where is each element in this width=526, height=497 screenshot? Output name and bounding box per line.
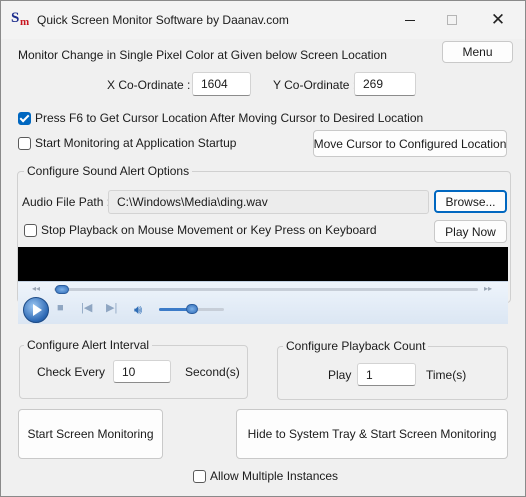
maximize-icon: [447, 15, 457, 25]
app-window: S m Quick Screen Monitor Software by Daa…: [0, 0, 526, 497]
close-icon: ✕: [490, 9, 506, 30]
menu-button[interactable]: Menu: [442, 41, 513, 63]
title-bar[interactable]: S m Quick Screen Monitor Software by Daa…: [1, 1, 525, 39]
close-button[interactable]: ✕: [475, 1, 521, 39]
monitor-description: Monitor Change in Single Pixel Color at …: [18, 48, 387, 62]
seek-forward-icon: ▸▸: [484, 284, 493, 293]
play-count-label: Play: [328, 368, 352, 382]
start-monitoring-button[interactable]: Start Screen Monitoring: [18, 409, 163, 459]
stop-playback-checkbox[interactable]: [24, 223, 37, 237]
move-cursor-button[interactable]: Move Cursor to Configured Location: [313, 130, 507, 157]
seek-slider-thumb[interactable]: [55, 285, 70, 294]
audio-path-input[interactable]: C:\Windows\Media\ding.wav: [108, 190, 429, 214]
logo-letter-m: m: [20, 16, 30, 28]
volume-icon[interactable]: 🔊︎: [134, 302, 142, 318]
alert-interval-group-label: Configure Alert Interval: [24, 338, 153, 352]
playback-count-group-label: Configure Playback Count: [283, 339, 429, 353]
seek-track[interactable]: [54, 288, 478, 291]
interval-unit-label: Second(s): [185, 365, 240, 379]
minimize-icon: [405, 19, 415, 21]
play-button[interactable]: [23, 297, 49, 323]
f6-checkbox-label: Press F6 to Get Cursor Location After Mo…: [35, 111, 424, 125]
window-title: Quick Screen Monitor Software by Daanav.…: [37, 13, 289, 27]
playback-count-input[interactable]: 1: [357, 363, 416, 386]
x-coordinate-input[interactable]: 1604: [192, 72, 251, 96]
check-every-label: Check Every: [37, 365, 106, 379]
minimize-button[interactable]: [387, 1, 433, 39]
seek-back-icon: ◂◂: [32, 284, 41, 293]
sound-alert-group-label: Configure Sound Alert Options: [24, 164, 193, 178]
f6-checkbox[interactable]: [18, 111, 31, 125]
y-coordinate-input[interactable]: 269: [354, 72, 416, 96]
previous-icon[interactable]: |◀: [81, 303, 92, 314]
logo-letter-s: S: [11, 10, 20, 26]
volume-slider-thumb[interactable]: [185, 304, 198, 314]
media-player: ◂◂ ▸▸ ■ |◀ ▶| 🔊︎: [18, 247, 508, 324]
stop-playback-checkbox-row[interactable]: Stop Playback on Mouse Movement or Key P…: [24, 223, 377, 237]
play-now-button[interactable]: Play Now: [434, 220, 507, 243]
app-logo-icon: S m: [11, 10, 31, 30]
stop-playback-checkbox-label: Stop Playback on Mouse Movement or Key P…: [41, 223, 377, 237]
player-controls: ◂◂ ▸▸ ■ |◀ ▶| 🔊︎: [18, 281, 508, 324]
multiple-instances-label: Allow Multiple Instances: [210, 469, 339, 483]
video-area: [18, 247, 508, 281]
startup-checkbox-label: Start Monitoring at Application Startup: [35, 136, 237, 150]
x-coordinate-label: X Co-Ordinate :: [107, 78, 191, 92]
multiple-instances-checkbox[interactable]: [193, 469, 206, 483]
stop-icon[interactable]: ■: [57, 303, 64, 314]
audio-path-label: Audio File Path :: [22, 195, 111, 209]
multiple-instances-checkbox-row[interactable]: Allow Multiple Instances: [193, 469, 338, 483]
next-icon[interactable]: ▶|: [106, 303, 117, 314]
f6-checkbox-row[interactable]: Press F6 to Get Cursor Location After Mo…: [18, 111, 423, 125]
startup-checkbox-row[interactable]: Start Monitoring at Application Startup: [18, 136, 236, 150]
maximize-button[interactable]: [429, 1, 475, 39]
playback-unit-label: Time(s): [426, 368, 467, 382]
y-coordinate-label: Y Co-Ordinate :: [273, 78, 357, 92]
play-icon: [33, 304, 42, 316]
browse-button[interactable]: Browse...: [434, 190, 507, 213]
tray-start-monitoring-button[interactable]: Hide to System Tray & Start Screen Monit…: [236, 409, 508, 459]
interval-input[interactable]: 10: [113, 360, 171, 383]
startup-checkbox[interactable]: [18, 136, 31, 150]
